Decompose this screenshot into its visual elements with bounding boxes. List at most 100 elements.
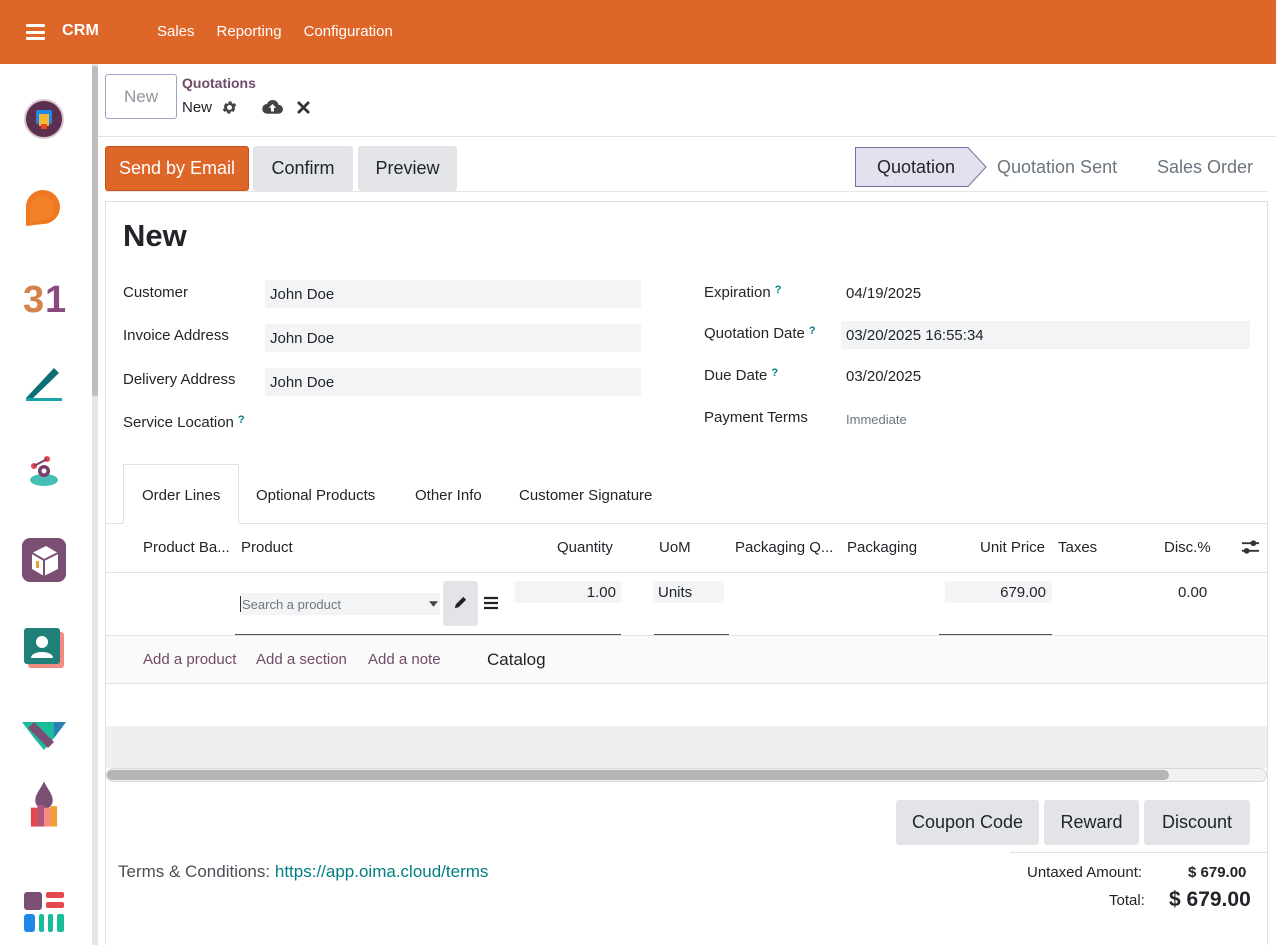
terms-label: Terms & Conditions: [118, 862, 271, 881]
table-horizontal-scrollbar[interactable] [106, 768, 1267, 782]
totals-divider [1010, 852, 1268, 853]
column-packaging[interactable]: Packaging [847, 539, 917, 556]
new-record-button[interactable]: New [105, 74, 177, 119]
help-icon[interactable]: ? [771, 367, 778, 379]
optional-columns-sliders-icon[interactable] [1241, 538, 1260, 556]
tab-order-lines[interactable]: Order Lines [142, 487, 220, 504]
send-by-email-button[interactable]: Send by Email [105, 146, 249, 191]
control-panel-divider [98, 136, 1276, 137]
column-quantity[interactable]: Quantity [557, 539, 613, 556]
calendar-app-icon[interactable]: 3 1 3 [20, 272, 68, 320]
employees-app-icon[interactable] [20, 624, 68, 672]
help-icon[interactable]: ? [775, 284, 782, 296]
table-footer-band [106, 726, 1267, 768]
tabs-divider [106, 523, 1267, 524]
product-search-input[interactable]: Search a product [240, 593, 440, 615]
customer-label: Customer [123, 284, 189, 301]
column-unit-price[interactable]: Unit Price [980, 539, 1045, 556]
untaxed-amount-label: Untaxed Amount: [1027, 864, 1143, 881]
add-note-link[interactable]: Add a note [368, 651, 441, 668]
untaxed-amount-value: $ 679.00 [1188, 864, 1247, 881]
due-date-field[interactable]: 03/20/2025 [846, 368, 921, 385]
discuss-app-icon[interactable] [20, 96, 68, 144]
column-product[interactable]: Product [241, 539, 293, 556]
help-icon[interactable]: ? [809, 325, 816, 337]
statusbar-divider [105, 191, 1268, 192]
invoice-address-label: Invoice Address [123, 327, 229, 344]
invoice-address-field[interactable]: John Doe [265, 324, 641, 352]
cloud-upload-icon[interactable] [262, 98, 283, 116]
due-date-label: Due Date? [704, 367, 779, 384]
total-value: $ 679.00 [1169, 888, 1251, 911]
field-service-app-icon[interactable] [20, 448, 68, 496]
apps-grid-icon[interactable] [20, 888, 68, 936]
customer-field[interactable]: John Doe [265, 280, 641, 308]
expiration-label: Expiration? [704, 284, 782, 301]
menu-reporting[interactable]: Reporting [217, 23, 282, 40]
gear-icon[interactable] [221, 99, 238, 116]
sign-app-icon[interactable] [20, 360, 68, 408]
spreadsheet-app-icon[interactable] [20, 780, 68, 828]
quotation-date-label: Quotation Date? [704, 325, 816, 342]
add-product-link[interactable]: Add a product [143, 651, 236, 668]
column-packaging-qty[interactable]: Packaging Q... [735, 539, 833, 556]
status-quotation-label[interactable]: Quotation [877, 157, 955, 178]
column-discount[interactable]: Disc.% [1164, 539, 1211, 556]
payment-terms-field[interactable]: Immediate [846, 412, 907, 427]
dropdown-caret-icon[interactable] [429, 601, 438, 607]
payment-terms-label: Payment Terms [704, 409, 808, 426]
status-chevron-icon [1136, 147, 1156, 187]
crm-app-icon[interactable] [20, 712, 68, 760]
inventory-app-icon[interactable] [20, 536, 68, 584]
sidebar-scrollbar-thumb[interactable] [92, 66, 98, 396]
quotation-date-field[interactable]: 03/20/2025 16:55:34 [841, 321, 1250, 349]
status-sales-order[interactable]: Sales Order [1157, 157, 1253, 178]
reward-button[interactable]: Reward [1044, 800, 1139, 845]
preview-button[interactable]: Preview [358, 146, 457, 191]
uom-field[interactable]: Units [653, 581, 724, 603]
edit-product-button[interactable] [443, 581, 478, 626]
delivery-address-label: Delivery Address [123, 371, 236, 388]
pencil-icon [454, 596, 467, 609]
terms-and-conditions: Terms & Conditions: https://app.oima.clo… [118, 862, 488, 882]
discount-button[interactable]: Discount [1144, 800, 1250, 845]
top-menu: Sales Reporting Configuration [157, 23, 393, 40]
svg-text:3: 3 [23, 279, 44, 320]
scrollbar-thumb[interactable] [107, 770, 1169, 780]
column-taxes[interactable]: Taxes [1058, 539, 1097, 556]
service-location-label: Service Location? [123, 414, 245, 431]
hamburger-menu-icon[interactable] [26, 24, 45, 40]
add-lines-divider [106, 683, 1267, 684]
help-icon[interactable]: ? [238, 414, 245, 426]
column-uom[interactable]: UoM [659, 539, 691, 556]
svg-text:1: 1 [45, 279, 66, 320]
breadcrumb-current-record: New [182, 99, 213, 116]
column-product-barcode[interactable]: Product Ba... [143, 539, 230, 556]
add-section-link[interactable]: Add a section [256, 651, 347, 668]
discard-x-icon[interactable] [297, 101, 310, 114]
expiration-field[interactable]: 04/19/2025 [846, 285, 921, 302]
confirm-button[interactable]: Confirm [253, 146, 353, 191]
product-configurator-list-icon[interactable] [483, 596, 499, 610]
app-name[interactable]: CRM [62, 22, 99, 40]
total-label: Total: [1109, 892, 1145, 909]
page-title: New [123, 218, 187, 253]
breadcrumb-quotations[interactable]: Quotations [182, 75, 256, 91]
discount-field[interactable]: 0.00 [1178, 584, 1207, 601]
header-divider [106, 572, 1267, 573]
coupon-code-button[interactable]: Coupon Code [896, 800, 1039, 845]
text-caret [240, 596, 241, 612]
delivery-address-field[interactable]: John Doe [265, 368, 641, 396]
quantity-field[interactable]: 1.00 [515, 581, 621, 603]
menu-configuration[interactable]: Configuration [304, 23, 393, 40]
tab-customer-signature[interactable]: Customer Signature [519, 487, 652, 504]
tab-optional-products[interactable]: Optional Products [256, 487, 375, 504]
status-quotation-sent[interactable]: Quotation Sent [997, 157, 1117, 178]
sidebar-scrollbar[interactable] [92, 64, 98, 945]
unit-price-field[interactable]: 679.00 [945, 581, 1052, 603]
terms-link[interactable]: https://app.oima.cloud/terms [275, 862, 489, 881]
tab-other-info[interactable]: Other Info [415, 487, 482, 504]
menu-sales[interactable]: Sales [157, 23, 195, 40]
chat-bubble-app-icon[interactable] [20, 184, 68, 232]
catalog-button[interactable]: Catalog [487, 650, 546, 670]
